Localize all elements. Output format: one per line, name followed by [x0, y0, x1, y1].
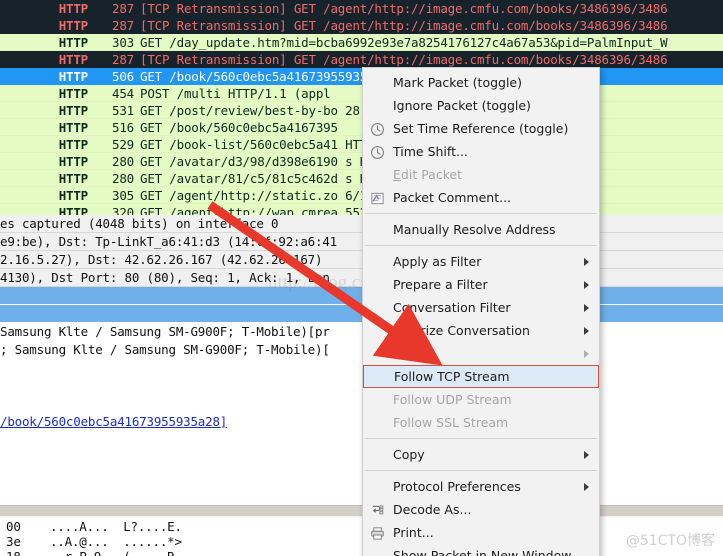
packet-length: 280: [112, 171, 134, 186]
menu-item-label: Colorize Conversation: [393, 323, 530, 338]
menu-item-label: Edit Packet: [393, 167, 463, 182]
clock-icon: [370, 121, 385, 136]
menu-separator: [365, 213, 597, 214]
chevron-right-icon: [584, 483, 589, 491]
packet-row[interactable]: HTTP 303 GET /day_update.htm?mid=bcba6992e…: [0, 34, 723, 51]
packet-info: GET /book/560c0ebc5a4167395: [140, 120, 338, 135]
packet-protocol: HTTP: [58, 154, 89, 169]
menu-item-label: Show Packet in New Window: [393, 548, 572, 556]
packet-row[interactable]: HTTP 287 [TCP Retransmission] GET /agent/h…: [0, 51, 723, 68]
menu-item-print[interactable]: Print...: [363, 521, 599, 544]
menu-item-protocol-preferences[interactable]: Protocol Preferences: [363, 475, 599, 498]
packet-protocol: HTTP: [58, 69, 89, 84]
packet-protocol: HTTP: [58, 52, 89, 67]
packet-protocol: HTTP: [58, 103, 89, 118]
chevron-right-icon: [584, 281, 589, 289]
menu-item-colorize-conversation[interactable]: Colorize Conversation: [363, 319, 599, 342]
packet-info: [TCP Retransmission] GET /agent/http://i…: [140, 1, 668, 16]
packet-length: 287: [112, 52, 134, 67]
menu-item-label: Prepare a Filter: [393, 277, 488, 292]
menu-item-show-packet-in-new-window[interactable]: Show Packet in New Window: [363, 544, 599, 556]
packet-protocol: HTTP: [58, 86, 89, 101]
packet-info: POST /multi HTTP/1.1 (appl: [140, 86, 331, 101]
packet-protocol: HTTP: [58, 171, 89, 186]
menu-item-sctp: SCTP: [363, 342, 599, 365]
menu-item-follow-udp-stream: Follow UDP Stream: [363, 388, 599, 411]
menu-item-label: Manually Resolve Address: [393, 222, 556, 237]
menu-item-edit-packet: Edit Packet: [363, 163, 599, 186]
chevron-right-icon: [584, 304, 589, 312]
packet-length: 305: [112, 188, 134, 203]
packet-protocol: HTTP: [58, 137, 89, 152]
packet-protocol: HTTP: [58, 205, 89, 215]
menu-separator: [365, 438, 597, 439]
menu-item-label: Follow UDP Stream: [393, 392, 512, 407]
menu-separator: [365, 470, 597, 471]
packet-length: 280: [112, 154, 134, 169]
menu-item-label: Conversation Filter: [393, 300, 511, 315]
comment-icon: [370, 190, 385, 205]
menu-item-label: Mark Packet (toggle): [393, 75, 522, 90]
menu-item-label: Follow SSL Stream: [393, 415, 509, 430]
menu-item-packet-comment[interactable]: Packet Comment...: [363, 186, 599, 209]
packet-info: [TCP Retransmission] GET /agent/http://i…: [140, 18, 668, 33]
packet-info: [TCP Retransmission] GET /agent/http://i…: [140, 52, 668, 67]
menu-item-apply-as-filter[interactable]: Apply as Filter: [363, 250, 599, 273]
menu-item-time-shift[interactable]: Time Shift...: [363, 140, 599, 163]
menu-item-label: Set Time Reference (toggle): [393, 121, 569, 136]
menu-item-label: SCTP: [393, 346, 425, 361]
menu-item-label: Apply as Filter: [393, 254, 482, 269]
packet-length: 531: [112, 103, 134, 118]
menu-item-mark-packet-toggle[interactable]: Mark Packet (toggle): [363, 71, 599, 94]
menu-item-label: Time Shift...: [393, 144, 468, 159]
packet-row[interactable]: HTTP 287 [TCP Retransmission] GET /agent/h…: [0, 17, 723, 34]
packet-protocol: HTTP: [58, 188, 89, 203]
menu-item-label: Protocol Preferences: [393, 479, 521, 494]
menu-item-manually-resolve-address[interactable]: Manually Resolve Address: [363, 218, 599, 241]
menu-item-label: Ignore Packet (toggle): [393, 98, 531, 113]
menu-separator: [365, 245, 597, 246]
menu-item-label: Decode As...: [393, 502, 472, 517]
wireshark-window: HTTP 287 [TCP Retransmission] GET /agent/h…: [0, 0, 723, 556]
menu-item-label: Follow TCP Stream: [394, 369, 510, 384]
packet-protocol: HTTP: [58, 35, 89, 50]
menu-item-decode-as[interactable]: Decode As...: [363, 498, 599, 521]
packet-length: 454: [112, 86, 134, 101]
menu-item-label: Print...: [393, 525, 434, 540]
menu-item-follow-ssl-stream: Follow SSL Stream: [363, 411, 599, 434]
packet-length: 287: [112, 1, 134, 16]
printer-icon: [370, 525, 385, 540]
menu-item-prepare-a-filter[interactable]: Prepare a Filter: [363, 273, 599, 296]
packet-length: 506: [112, 69, 134, 84]
chevron-right-icon: [584, 350, 589, 358]
chevron-right-icon: [584, 327, 589, 335]
packet-length: 320: [112, 205, 134, 215]
decode-icon: [370, 502, 385, 517]
packet-protocol: HTTP: [58, 18, 89, 33]
packet-protocol: HTTP: [58, 120, 89, 135]
chevron-right-icon: [584, 451, 589, 459]
chevron-right-icon: [584, 258, 589, 266]
packet-length: 287: [112, 18, 134, 33]
packet-info: GET /day_update.htm?mid=bcba6992e93e7a82…: [140, 35, 668, 50]
menu-item-conversation-filter[interactable]: Conversation Filter: [363, 296, 599, 319]
packet-protocol: HTTP: [58, 1, 89, 16]
menu-item-label: Packet Comment...: [393, 190, 512, 205]
packet-length: 303: [112, 35, 134, 50]
menu-item-label: Copy: [393, 447, 425, 462]
packet-length: 516: [112, 120, 134, 135]
clock-icon: [370, 144, 385, 159]
menu-item-set-time-reference-toggle[interactable]: Set Time Reference (toggle): [363, 117, 599, 140]
packet-context-menu[interactable]: Mark Packet (toggle) Ignore Packet (toggl…: [362, 67, 600, 556]
packet-length: 529: [112, 137, 134, 152]
menu-item-copy[interactable]: Copy: [363, 443, 599, 466]
menu-item-follow-tcp-stream[interactable]: Follow TCP Stream: [363, 365, 599, 388]
packet-row[interactable]: HTTP 287 [TCP Retransmission] GET /agent/h…: [0, 0, 723, 17]
menu-item-ignore-packet-toggle[interactable]: Ignore Packet (toggle): [363, 94, 599, 117]
